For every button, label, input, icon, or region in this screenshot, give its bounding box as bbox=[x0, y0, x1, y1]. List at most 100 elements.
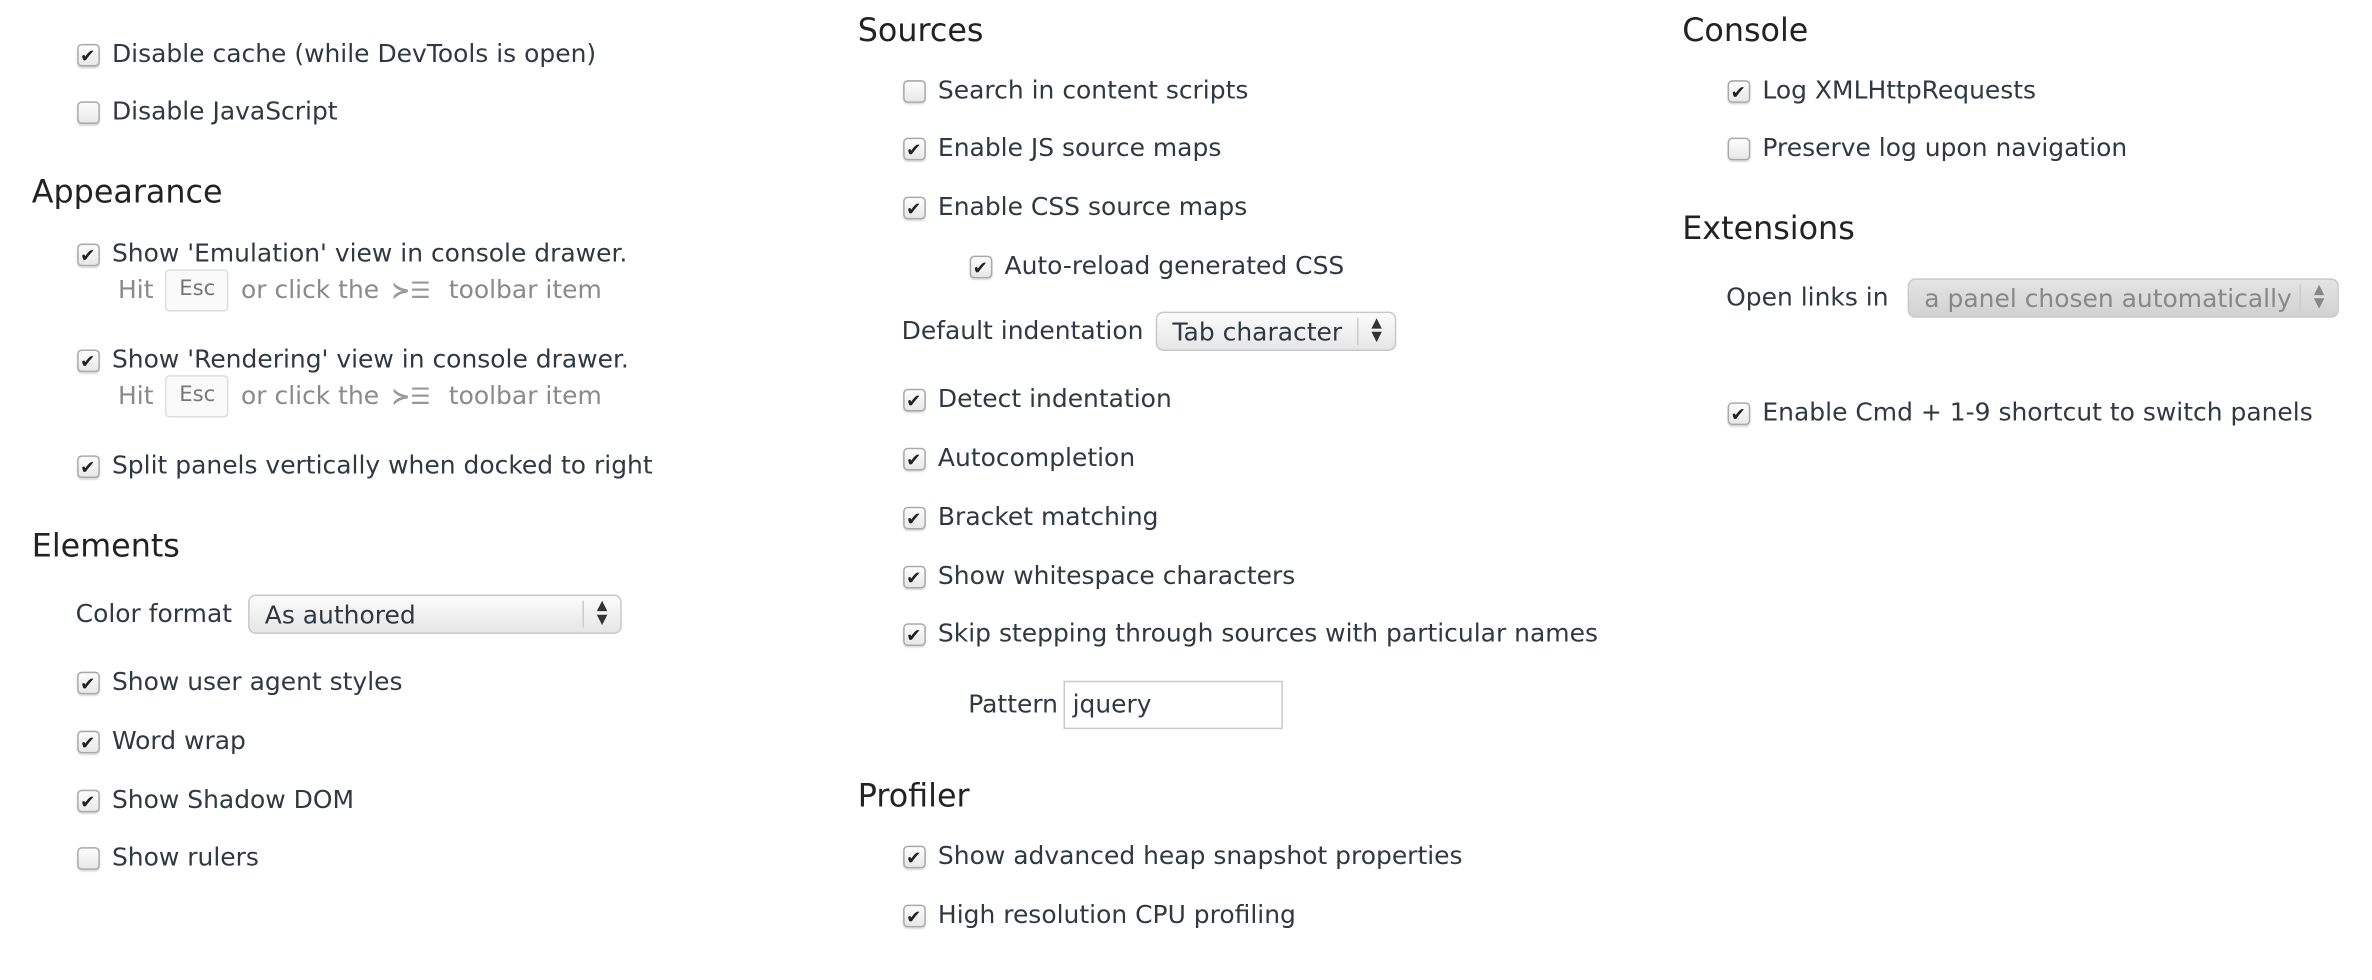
checkbox-icon[interactable] bbox=[77, 846, 100, 870]
checkbox-label: Show 'Rendering' view in console drawer. bbox=[111, 344, 629, 374]
open-links-select[interactable]: a panel chosen automatically ▲ ▼ bbox=[1907, 278, 2339, 318]
pattern-label: Pattern bbox=[968, 689, 1059, 719]
pattern-input[interactable]: jquery bbox=[1063, 680, 1283, 730]
open-links-label: Open links in bbox=[1726, 282, 1889, 312]
checkbox-label: Show advanced heap snapshot properties bbox=[937, 841, 1463, 870]
checkbox-label: Enable Cmd + 1-9 shortcut to switch pane… bbox=[1762, 397, 2313, 427]
sources-heading: Sources bbox=[857, 12, 984, 49]
up-down-arrows-icon: ▲ ▼ bbox=[2299, 284, 2337, 312]
checkmark-icon[interactable] bbox=[903, 441, 926, 477]
checkmark-icon[interactable] bbox=[77, 783, 100, 819]
checkmark-icon[interactable] bbox=[77, 37, 100, 73]
rendering-hint: Hit Esc or click the ≻☰ toolbar item bbox=[117, 375, 602, 418]
checkmark-icon[interactable] bbox=[903, 898, 926, 934]
show-rulers-checkbox[interactable]: Show rulers bbox=[77, 840, 259, 876]
checkbox-label: Disable JavaScript bbox=[111, 96, 338, 126]
hint-text: or click the bbox=[241, 381, 380, 410]
checkmark-icon[interactable] bbox=[903, 500, 926, 536]
word-wrap-checkbox[interactable]: Word wrap bbox=[77, 723, 246, 760]
checkbox-label: Skip stepping through sources with parti… bbox=[937, 618, 1598, 648]
extensions-heading: Extensions bbox=[1682, 210, 1855, 247]
show-whitespace-checkbox[interactable]: Show whitespace characters bbox=[903, 558, 1296, 595]
checkbox-label: Preserve log upon navigation bbox=[1762, 133, 2128, 162]
cmd-shortcut-checkbox[interactable]: Enable Cmd + 1-9 shortcut to switch pane… bbox=[1727, 395, 2313, 432]
checkmark-icon[interactable] bbox=[77, 449, 100, 485]
checkbox-label: Autocompletion bbox=[937, 443, 1136, 472]
checkbox-label: Disable cache (while DevTools is open) bbox=[111, 39, 597, 69]
auto-reload-css-checkbox[interactable]: Auto-reload generated CSS bbox=[969, 248, 1345, 285]
checkbox-icon[interactable] bbox=[1727, 136, 1751, 160]
checkbox-label: Detect indentation bbox=[937, 384, 1172, 413]
checkbox-label: Enable CSS source maps bbox=[937, 192, 1248, 221]
select-value: Tab character bbox=[1172, 317, 1343, 347]
checkmark-icon[interactable] bbox=[77, 665, 100, 701]
checkmark-icon[interactable] bbox=[77, 237, 100, 273]
search-content-scripts-checkbox[interactable]: Search in content scripts bbox=[903, 73, 1248, 109]
console-drawer-icon: ≻☰ bbox=[391, 276, 431, 305]
css-source-maps-checkbox[interactable]: Enable CSS source maps bbox=[903, 189, 1248, 226]
hint-text: toolbar item bbox=[448, 275, 602, 305]
high-res-cpu-checkbox[interactable]: High resolution CPU profiling bbox=[903, 897, 1296, 934]
preserve-log-checkbox[interactable]: Preserve log upon navigation bbox=[1727, 130, 2128, 166]
emulation-hint: Hit Esc or click the ≻☰ toolbar item bbox=[117, 269, 602, 312]
checkmark-icon[interactable] bbox=[903, 382, 926, 418]
select-value: a panel chosen automatically bbox=[1924, 284, 2292, 314]
appearance-heading: Appearance bbox=[31, 173, 223, 211]
color-format-select[interactable]: As authored ▲ ▼ bbox=[248, 594, 622, 634]
show-rendering-checkbox[interactable]: Show 'Rendering' view in console drawer. bbox=[77, 342, 629, 379]
select-value: As authored bbox=[264, 600, 416, 630]
checkmark-icon[interactable] bbox=[903, 839, 926, 875]
esc-key: Esc bbox=[165, 269, 229, 312]
up-down-arrows-icon: ▲ ▼ bbox=[1356, 317, 1395, 345]
console-drawer-icon: ≻☰ bbox=[391, 382, 431, 410]
checkmark-icon[interactable] bbox=[969, 249, 993, 285]
devtools-settings: Disable cache (while DevTools is open) D… bbox=[0, 0, 2372, 980]
indentation-label: Default indentation bbox=[901, 316, 1144, 345]
disable-javascript-checkbox[interactable]: Disable JavaScript bbox=[77, 94, 338, 130]
checkbox-label: High resolution CPU profiling bbox=[937, 900, 1296, 929]
hint-text: Hit bbox=[117, 275, 154, 305]
checkbox-label: Search in content scripts bbox=[937, 75, 1249, 105]
skip-stepping-checkbox[interactable]: Skip stepping through sources with parti… bbox=[903, 616, 1598, 653]
bracket-matching-checkbox[interactable]: Bracket matching bbox=[903, 499, 1159, 536]
checkbox-label: Word wrap bbox=[111, 726, 246, 755]
checkbox-label: Show whitespace characters bbox=[937, 561, 1296, 590]
checkbox-label: Split panels vertically when docked to r… bbox=[111, 450, 653, 480]
checkmark-icon[interactable] bbox=[1727, 73, 1751, 110]
checkmark-icon[interactable] bbox=[77, 343, 100, 379]
console-heading: Console bbox=[1682, 12, 1809, 49]
checkbox-label: Show Shadow DOM bbox=[111, 785, 355, 814]
checkmark-icon[interactable] bbox=[903, 131, 926, 167]
show-emulation-checkbox[interactable]: Show 'Emulation' view in console drawer. bbox=[77, 236, 628, 273]
checkbox-label: Auto-reload generated CSS bbox=[1004, 251, 1345, 280]
indentation-select[interactable]: Tab character ▲ ▼ bbox=[1155, 311, 1397, 351]
checkbox-label: Show rulers bbox=[111, 842, 259, 872]
hint-text: Hit bbox=[117, 381, 154, 410]
checkbox-label: Log XMLHttpRequests bbox=[1762, 75, 2037, 105]
up-down-arrows-icon: ▲ ▼ bbox=[582, 600, 620, 628]
detect-indentation-checkbox[interactable]: Detect indentation bbox=[903, 381, 1172, 418]
checkbox-icon[interactable] bbox=[903, 79, 926, 103]
esc-key: Esc bbox=[165, 375, 229, 418]
js-source-maps-checkbox[interactable]: Enable JS source maps bbox=[903, 130, 1222, 167]
checkmark-icon[interactable] bbox=[903, 190, 926, 226]
checkbox-label: Show 'Emulation' view in console drawer. bbox=[111, 239, 628, 268]
user-agent-styles-checkbox[interactable]: Show user agent styles bbox=[77, 664, 403, 701]
checkmark-icon[interactable] bbox=[1727, 396, 1751, 432]
advanced-heap-checkbox[interactable]: Show advanced heap snapshot properties bbox=[903, 838, 1463, 875]
checkbox-icon[interactable] bbox=[77, 100, 100, 124]
profiler-heading: Profiler bbox=[857, 777, 970, 814]
disable-cache-checkbox[interactable]: Disable cache (while DevTools is open) bbox=[77, 36, 597, 73]
color-format-label: Color format bbox=[75, 599, 233, 628]
checkbox-label: Enable JS source maps bbox=[937, 133, 1222, 162]
log-xhr-checkbox[interactable]: Log XMLHttpRequests bbox=[1727, 73, 2037, 110]
checkmark-icon[interactable] bbox=[903, 559, 926, 595]
checkbox-label: Show user agent styles bbox=[111, 667, 403, 696]
autocompletion-checkbox[interactable]: Autocompletion bbox=[903, 440, 1136, 477]
checkbox-label: Bracket matching bbox=[937, 502, 1159, 531]
checkmark-icon[interactable] bbox=[77, 724, 100, 760]
elements-heading: Elements bbox=[31, 527, 180, 565]
shadow-dom-checkbox[interactable]: Show Shadow DOM bbox=[77, 782, 355, 819]
checkmark-icon[interactable] bbox=[903, 616, 926, 653]
split-panels-checkbox[interactable]: Split panels vertically when docked to r… bbox=[77, 448, 653, 485]
